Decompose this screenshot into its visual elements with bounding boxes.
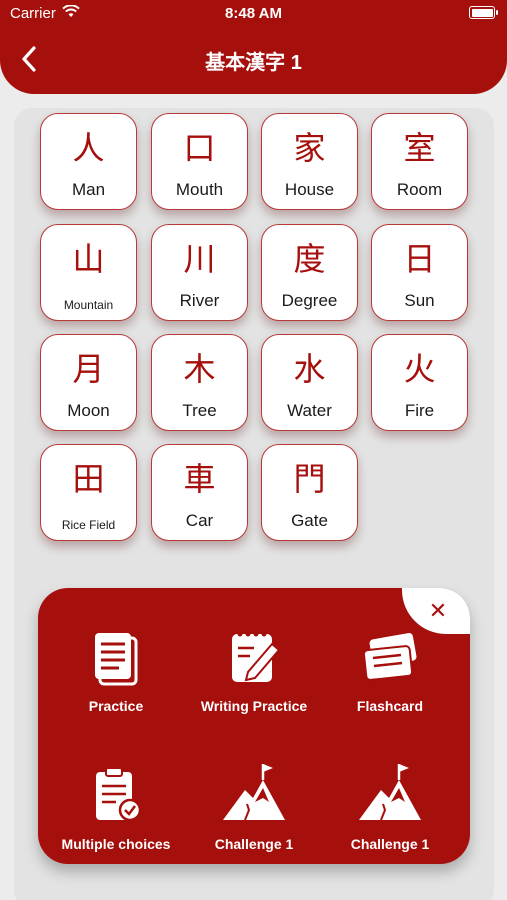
notepad-pencil-icon — [232, 631, 281, 682]
kanji-card[interactable]: 度 Degree — [261, 224, 358, 321]
kanji-character: 度 — [293, 240, 326, 278]
kanji-meaning: Man — [71, 180, 106, 199]
kanji-meaning: Degree — [281, 291, 338, 310]
kanji-character: 室 — [403, 129, 436, 167]
kanji-card[interactable]: 門 Gate — [261, 444, 358, 541]
kanji-card[interactable]: 火 Fire — [371, 334, 468, 431]
kanji-character: 日 — [403, 240, 436, 278]
kanji-character: 門 — [293, 460, 326, 498]
kanji-card[interactable]: 田 Rice Field — [40, 444, 137, 541]
kanji-card[interactable]: 車 Car — [151, 444, 248, 541]
kanji-character: 人 — [72, 129, 105, 167]
writing-practice-option[interactable]: Writing Practice — [184, 600, 324, 720]
kanji-meaning: Moon — [67, 401, 110, 420]
kanji-character: 火 — [403, 350, 436, 388]
clipboard-check-icon — [96, 767, 142, 822]
kanji-card[interactable]: 月 Moon — [40, 334, 137, 431]
practice-label: Practice — [88, 698, 144, 714]
kanji-character: 口 — [183, 129, 216, 167]
status-bar: Carrier 8:48 AM — [0, 0, 507, 28]
kanji-character: 田 — [72, 460, 105, 498]
page-title: 基本漢字 1 — [205, 52, 302, 74]
multiple-choices-option[interactable]: Multiple choices — [46, 738, 186, 858]
kanji-character: 水 — [293, 350, 326, 388]
flashcards-icon — [362, 633, 417, 681]
kanji-character: 木 — [183, 350, 216, 388]
kanji-meaning: Gate — [291, 511, 328, 530]
kanji-card[interactable]: 口 Mouth — [151, 113, 248, 210]
mountain-flag-icon — [223, 764, 285, 821]
mountain-flag-icon — [359, 764, 421, 821]
kanji-character: 家 — [293, 129, 326, 167]
kanji-card[interactable]: 人 Man — [40, 113, 137, 210]
kanji-meaning: Mountain — [63, 298, 114, 312]
kanji-character: 車 — [183, 460, 216, 498]
multiple-choices-label: Multiple choices — [61, 836, 171, 852]
status-time: 8:48 AM — [225, 5, 282, 22]
kanji-meaning: Mouth — [175, 180, 224, 199]
battery-icon — [469, 6, 498, 19]
kanji-meaning: Water — [287, 401, 332, 420]
kanji-card[interactable]: 日 Sun — [371, 224, 468, 321]
kanji-card[interactable]: 木 Tree — [151, 334, 248, 431]
kanji-card[interactable]: 家 House — [261, 113, 358, 210]
kanji-character: 川 — [183, 240, 216, 278]
kanji-character: 月 — [72, 350, 105, 388]
practice-option[interactable]: Practice — [46, 600, 186, 720]
kanji-meaning: Fire — [404, 401, 435, 420]
kanji-meaning: House — [284, 180, 335, 199]
kanji-meaning: Room — [396, 180, 443, 199]
flashcard-option[interactable]: Flashcard — [320, 600, 460, 720]
practice-menu: ✕ Practice Writing Practice Flashcard Mu… — [38, 588, 470, 864]
kanji-character: 山 — [72, 240, 105, 278]
kanji-card[interactable]: 室 Room — [371, 113, 468, 210]
flashcard-label: Flashcard — [356, 698, 424, 714]
kanji-meaning: Rice Field — [61, 518, 116, 532]
kanji-meaning: Sun — [404, 291, 435, 310]
kanji-meaning: River — [179, 291, 220, 310]
header-bar: Carrier 8:48 AM 基本漢字 1 — [0, 0, 507, 94]
challenge-label: Challenge 1 — [350, 836, 430, 852]
kanji-card[interactable]: 川 River — [151, 224, 248, 321]
kanji-card[interactable]: 山 Mountain — [40, 224, 137, 321]
documents-icon — [95, 633, 138, 686]
kanji-meaning: Car — [185, 511, 214, 530]
challenge-option[interactable]: Challenge 1 — [184, 738, 324, 858]
kanji-meaning: Tree — [182, 401, 217, 420]
challenge-option[interactable]: Challenge 1 — [320, 738, 460, 858]
kanji-card[interactable]: 水 Water — [261, 334, 358, 431]
